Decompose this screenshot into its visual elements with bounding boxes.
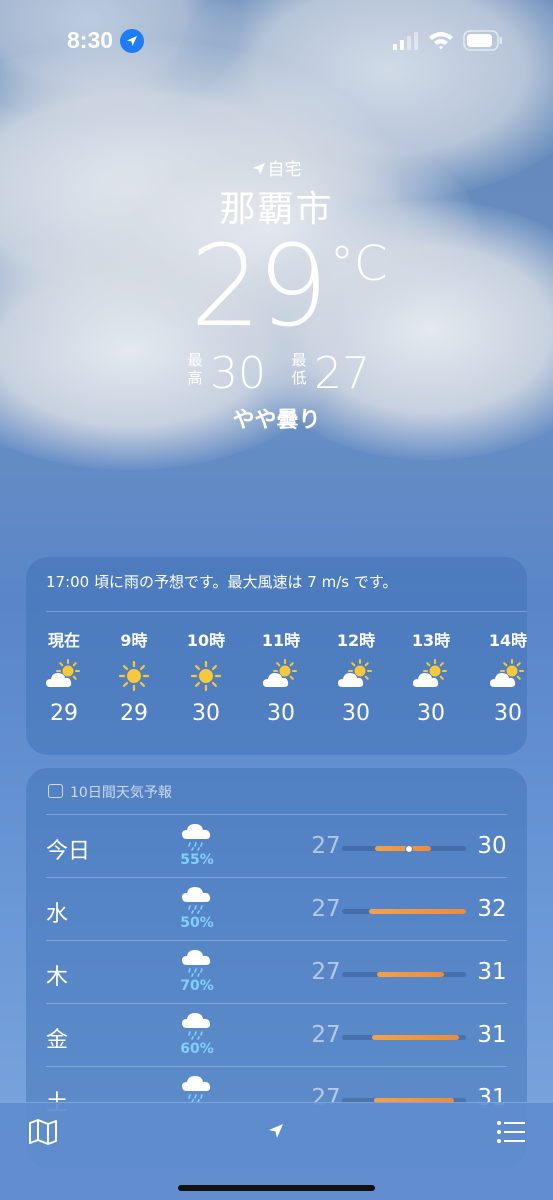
hourly-item: 14時 30: [473, 627, 527, 726]
hourly-item: 13時 30: [396, 627, 466, 726]
partly-cloudy-icon: [473, 657, 527, 695]
hour-label: 11時: [261, 631, 301, 650]
daily-row[interactable]: 金 60% 27 31: [26, 1004, 527, 1067]
hourly-list[interactable]: 現在 29 9時 29 10時 30 11時 30 12時 30 13時 30 14時 30: [26, 627, 527, 737]
map-icon[interactable]: [28, 1119, 58, 1145]
wifi-icon: [429, 32, 453, 50]
home-location-label: 自宅: [0, 155, 553, 180]
day-label: 木: [46, 965, 69, 990]
status-time: 8:30: [67, 27, 114, 53]
hour-label: 13時: [411, 631, 451, 650]
precip-chance: 50%: [180, 915, 214, 931]
location-arrow-icon: [252, 163, 265, 175]
hour-temp: 30: [267, 701, 295, 726]
day-label: 金: [46, 1028, 69, 1053]
high-temp: 30: [210, 348, 266, 399]
location-arrow-icon[interactable]: [268, 1123, 284, 1139]
precip-chance: 60%: [180, 1041, 214, 1057]
temp-range-fill: [375, 846, 432, 851]
bottom-toolbar: [0, 1102, 553, 1200]
temp-range-bar: [342, 1035, 466, 1040]
cellular-signal-icon: [393, 32, 418, 50]
condition-text: やや曇り: [232, 408, 321, 433]
hour-label: 14時: [488, 631, 527, 650]
high-low: 最 高 30 最 低 27: [0, 348, 553, 399]
hourly-summary: 17:00 頃に雨の予想です。最大風速は 7 m/s です。: [46, 573, 398, 591]
temperature-unit: °C: [330, 236, 388, 292]
hourly-item: 11時 30: [246, 627, 316, 726]
hourly-item: 現在 29: [29, 627, 99, 726]
list-icon[interactable]: [496, 1119, 526, 1145]
rain-cloud-icon: [179, 1073, 215, 1103]
precip-chance: 70%: [180, 978, 214, 994]
partly-cloudy-icon: [321, 657, 391, 695]
hour-label: 9時: [120, 631, 148, 650]
location-services-icon: [120, 29, 144, 53]
sun-icon: [99, 657, 169, 695]
hour-temp: 30: [494, 701, 522, 726]
rain-cloud-icon: [179, 947, 215, 977]
sun-icon: [171, 657, 241, 695]
precip-chance: 55%: [180, 852, 214, 868]
hour-label: 現在: [47, 631, 80, 650]
daily-header: 10日間天気予報: [70, 785, 172, 801]
hour-temp: 29: [120, 701, 148, 726]
temp-range-fill: [371, 1035, 459, 1040]
hour-label: 10時: [186, 631, 226, 650]
status-bar: 8:30: [0, 0, 553, 84]
hour-temp: 30: [417, 701, 445, 726]
rain-cloud-icon: [179, 821, 215, 851]
high-temp: 31: [477, 959, 507, 985]
rain-cloud-icon: [179, 1010, 215, 1040]
temp-range-fill: [369, 909, 466, 914]
high-temp: 30: [477, 833, 507, 859]
temp-range-bar: [342, 909, 466, 914]
hourly-item: 12時 30: [321, 627, 391, 726]
daily-row[interactable]: 水 50% 27 32: [26, 878, 527, 941]
battery-icon: [463, 30, 502, 51]
hourly-item: 9時 29: [99, 627, 169, 726]
current-temp-dot: [404, 844, 413, 853]
hourly-forecast-card[interactable]: 17:00 頃に雨の予想です。最大風速は 7 m/s です。 現在 29 9時 2…: [26, 557, 527, 755]
divider: [46, 611, 527, 612]
partly-cloudy-icon: [246, 657, 316, 695]
calendar-icon: [48, 784, 63, 798]
current-temperature: 29: [190, 222, 329, 352]
home-label-text: 自宅: [267, 160, 302, 180]
hour-temp: 29: [50, 701, 78, 726]
hour-temp: 30: [342, 701, 370, 726]
high-temp: 31: [477, 1022, 507, 1048]
temp-range-bar: [342, 972, 466, 977]
daily-row[interactable]: 今日 55% 27 30: [26, 815, 527, 878]
low-label: 最 低: [291, 351, 307, 387]
temp-range-bar: [342, 844, 466, 853]
partly-cloudy-icon: [29, 657, 99, 695]
hour-label: 12時: [336, 631, 376, 650]
day-label: 水: [46, 902, 69, 927]
day-label: 今日: [46, 839, 91, 864]
temp-range-fill: [376, 972, 444, 977]
partly-cloudy-icon: [396, 657, 466, 695]
rain-cloud-icon: [179, 884, 215, 914]
high-temp: 32: [477, 896, 507, 922]
high-label: 最 高: [187, 351, 203, 387]
home-indicator[interactable]: [178, 1185, 375, 1191]
low-temp: 27: [314, 348, 370, 399]
hour-temp: 30: [192, 701, 220, 726]
hourly-item: 10時 30: [171, 627, 241, 726]
daily-row[interactable]: 木 70% 27 31: [26, 941, 527, 1004]
